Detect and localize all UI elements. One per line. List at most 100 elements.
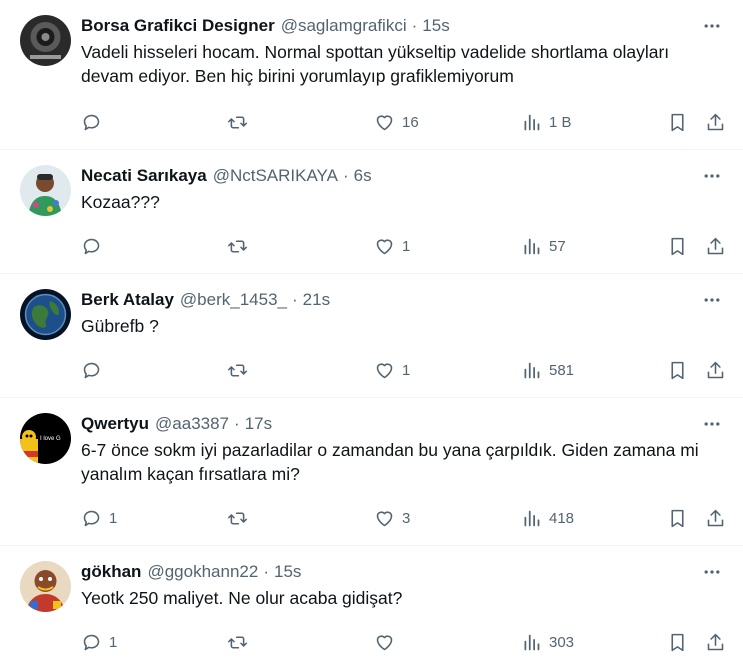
author-name[interactable]: Necati Sarıkaya [81, 165, 207, 187]
views-button[interactable]: 581 [521, 358, 574, 382]
bookmark-button[interactable] [667, 110, 688, 134]
action-bar: 1 57 [81, 234, 726, 258]
tweet[interactable]: gökhan @ggokhann22 · 15s Yeotk 250 maliy… [0, 546, 743, 670]
bookmark-button[interactable] [667, 234, 688, 258]
tweet-text: Yeotk 250 maliyet. Ne olur acaba gidişat… [81, 588, 403, 608]
timestamp[interactable]: 17s [245, 413, 272, 435]
retweet-icon [227, 360, 248, 381]
reply-icon [81, 508, 102, 529]
author-handle[interactable]: @berk_1453_ [180, 289, 287, 311]
like-count: 3 [402, 509, 411, 527]
reply-count: 1 [109, 633, 118, 651]
like-icon [374, 360, 395, 381]
reply-button[interactable]: 1 [81, 506, 117, 530]
avatar[interactable] [20, 289, 71, 340]
separator: · [234, 414, 240, 433]
more-icon[interactable] [701, 413, 723, 435]
like-button[interactable]: 1 [374, 358, 410, 382]
more-icon[interactable] [701, 289, 723, 311]
views-button[interactable]: 303 [521, 630, 574, 654]
tweet[interactable]: Berk Atalay @berk_1453_ · 21s Gübrefb ? … [0, 274, 743, 398]
reply-count: 1 [109, 509, 118, 527]
views-count: 57 [549, 237, 566, 255]
more-icon[interactable] [701, 165, 723, 187]
views-count: 1 B [549, 113, 572, 131]
like-button[interactable]: 3 [374, 506, 410, 530]
retweet-icon [227, 508, 248, 529]
like-count: 1 [402, 361, 411, 379]
like-button[interactable]: 1 [374, 234, 410, 258]
tweet[interactable]: Borsa Grafikci Designer @saglamgrafikci … [0, 0, 743, 150]
like-button[interactable] [374, 630, 402, 654]
share-button[interactable] [705, 234, 726, 258]
action-bar: 16 1 B [81, 110, 726, 134]
reply-icon [81, 236, 102, 257]
reply-button[interactable]: 1 [81, 630, 117, 654]
avatar[interactable] [20, 15, 71, 66]
reply-button[interactable] [81, 234, 109, 258]
separator: · [342, 166, 349, 185]
action-bar: 1 581 [81, 358, 726, 382]
bookmark-icon [667, 508, 688, 529]
views-count: 418 [549, 509, 575, 527]
share-button[interactable] [705, 110, 726, 134]
views-icon [521, 632, 542, 653]
like-icon [374, 632, 395, 653]
views-button[interactable]: 57 [521, 234, 566, 258]
views-icon [521, 508, 542, 529]
timestamp[interactable]: 21s [303, 289, 330, 311]
tweet[interactable]: Necati Sarıkaya @NctSARIKAYA · 6s Kozaa?… [0, 150, 743, 274]
reply-button[interactable] [81, 358, 109, 382]
share-button[interactable] [705, 358, 726, 382]
bookmark-icon [667, 632, 688, 653]
author-handle[interactable]: @aa3387 [155, 413, 229, 435]
avatar[interactable] [20, 561, 71, 612]
author-handle[interactable]: @ggokhann22 [147, 561, 258, 583]
avatar[interactable] [20, 165, 71, 216]
timestamp[interactable]: 15s [422, 15, 449, 37]
share-button[interactable] [705, 630, 726, 654]
like-icon [374, 112, 395, 133]
action-bar: 1 303 [81, 630, 726, 654]
share-icon [705, 112, 726, 133]
like-button[interactable]: 16 [374, 110, 419, 134]
tweet-text: Kozaa??? [81, 192, 160, 212]
reply-icon [81, 360, 102, 381]
share-icon [705, 236, 726, 257]
retweet-button[interactable] [227, 358, 255, 382]
retweet-button[interactable] [227, 506, 255, 530]
author-handle[interactable]: @saglamgrafikci [281, 15, 407, 37]
author-name[interactable]: Berk Atalay [81, 289, 174, 311]
avatar[interactable]: I love G [20, 413, 71, 464]
views-button[interactable]: 418 [521, 506, 574, 530]
retweet-button[interactable] [227, 110, 255, 134]
timestamp[interactable]: 6s [354, 165, 372, 187]
separator: · [263, 562, 269, 581]
retweet-button[interactable] [227, 234, 255, 258]
author-name[interactable]: Qwertyu [81, 413, 149, 435]
more-icon[interactable] [701, 15, 723, 37]
views-icon [521, 360, 542, 381]
views-count: 303 [549, 633, 575, 651]
author-name[interactable]: gökhan [81, 561, 141, 583]
action-bar: 1 3 418 [81, 506, 726, 530]
share-button[interactable] [705, 506, 726, 530]
views-button[interactable]: 1 B [521, 110, 572, 134]
timestamp[interactable]: 15s [274, 561, 301, 583]
tweet-text: 6-7 önce sokm iyi pazarladilar o zamanda… [81, 440, 699, 484]
author-name[interactable]: Borsa Grafikci Designer [81, 15, 275, 37]
share-icon [705, 508, 726, 529]
retweet-icon [227, 632, 248, 653]
tweet-text: Vadeli hisseleri hocam. Normal spottan y… [81, 42, 670, 86]
more-icon[interactable] [701, 561, 723, 583]
author-handle[interactable]: @NctSARIKAYA [213, 165, 338, 187]
reply-button[interactable] [81, 110, 109, 134]
share-icon [705, 632, 726, 653]
like-count: 16 [402, 113, 419, 131]
separator: · [411, 16, 418, 35]
bookmark-button[interactable] [667, 506, 688, 530]
bookmark-button[interactable] [667, 358, 688, 382]
tweet[interactable]: I love G Qwertyu @aa3387 · 17s 6-7 önce … [0, 398, 743, 546]
bookmark-button[interactable] [667, 630, 688, 654]
retweet-button[interactable] [227, 630, 255, 654]
